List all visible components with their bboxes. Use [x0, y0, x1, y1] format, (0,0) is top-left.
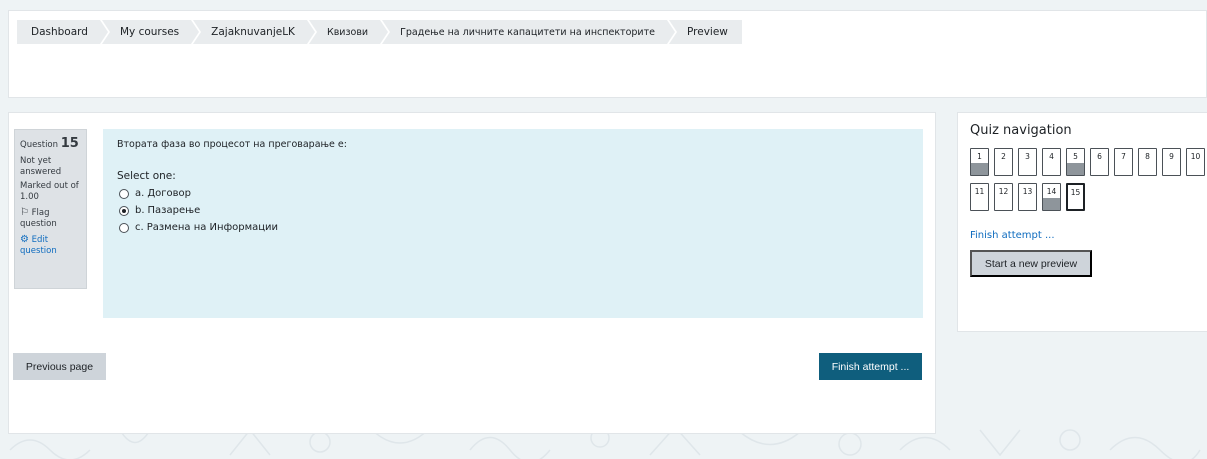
radio-button[interactable] [119, 188, 129, 199]
quiz-nav-question-10[interactable]: 10 [1186, 148, 1205, 176]
gear-icon: ⚙ [20, 234, 29, 246]
quiz-nav-number: 15 [1070, 188, 1081, 197]
quiz-nav-question-6[interactable]: 6 [1090, 148, 1109, 176]
question-number: Question 15 [20, 136, 79, 151]
quiz-nav-question-13[interactable]: 13 [1018, 183, 1037, 211]
quiz-nav-question-4[interactable]: 4 [1042, 148, 1061, 176]
flag-icon: ⚐ [20, 207, 29, 219]
flag-question-link[interactable]: ⚐ Flag question [20, 206, 81, 230]
breadcrumb: Dashboard My courses ZajaknuvanjeLK Квиз… [17, 20, 744, 44]
answered-indicator [1067, 163, 1084, 175]
quiz-nav-number: 11 [974, 187, 985, 196]
breadcrumb-preview[interactable]: Preview [669, 20, 742, 44]
quiz-nav-number: 13 [1022, 187, 1033, 196]
quiz-nav-number: 14 [1046, 187, 1057, 196]
quiz-nav-question-12[interactable]: 12 [994, 183, 1013, 211]
quiz-nav-question-8[interactable]: 8 [1138, 148, 1157, 176]
quiz-main-panel: Question 15 Not yet answered Marked out … [8, 112, 936, 434]
answered-indicator [971, 163, 988, 175]
quiz-nav-number: 6 [1097, 152, 1102, 161]
page-header: Dashboard My courses ZajaknuvanjeLK Квиз… [8, 10, 1207, 98]
quiz-nav-number: 2 [1001, 152, 1006, 161]
radio-button-selected[interactable] [119, 205, 129, 216]
quiz-nav-number: 7 [1121, 152, 1126, 161]
answer-option-c[interactable]: c. Размена на Информации [117, 222, 909, 233]
quiz-nav-question-2[interactable]: 2 [994, 148, 1013, 176]
edit-question-link[interactable]: ⚙ Edit question [20, 233, 81, 257]
quiz-nav-number: 5 [1073, 152, 1078, 161]
quiz-nav-question-5[interactable]: 5 [1066, 148, 1085, 176]
answer-option-b[interactable]: b. Пазарење [117, 205, 909, 216]
quiz-navigation: Quiz navigation 1 2 3 4 5 6 7 8 9 10 11 12 13 14 15 Fi… [957, 112, 1207, 332]
quiz-nav-number: 10 [1190, 152, 1201, 161]
question-content: Втората фаза во процесот на преговарање … [103, 129, 923, 318]
quiz-nav-number: 12 [998, 187, 1009, 196]
quiz-nav-question-14[interactable]: 14 [1042, 183, 1061, 211]
quiz-nav-question-7[interactable]: 7 [1114, 148, 1133, 176]
answer-option-a[interactable]: a. Договор [117, 188, 909, 199]
quiz-nav-question-11[interactable]: 11 [970, 183, 989, 211]
quiz-nav-number: 1 [977, 152, 982, 161]
quiz-nav-number: 8 [1145, 152, 1150, 161]
quiz-nav-question-9[interactable]: 9 [1162, 148, 1181, 176]
breadcrumb-quiz[interactable]: Градење на личните капацитети на инспект… [382, 20, 677, 44]
quiz-navigation-title: Quiz navigation [970, 123, 1072, 138]
breadcrumb-course[interactable]: ZajaknuvanjeLK [193, 20, 317, 44]
answer-prompt: Select one: [117, 170, 176, 182]
previous-page-button[interactable]: Previous page [13, 353, 106, 380]
quiz-nav-number: 3 [1025, 152, 1030, 161]
finish-attempt-link[interactable]: Finish attempt ... [970, 230, 1055, 241]
quiz-nav-number: 4 [1049, 152, 1054, 161]
finish-attempt-button[interactable]: Finish attempt ... [819, 353, 922, 380]
answered-indicator [1043, 198, 1060, 210]
radio-button[interactable] [119, 222, 129, 233]
breadcrumb-dashboard[interactable]: Dashboard [17, 20, 110, 44]
quiz-nav-question-3[interactable]: 3 [1018, 148, 1037, 176]
question-state: Not yet answered [20, 155, 62, 177]
question-grade: Marked out of 1.00 [20, 180, 79, 203]
quiz-nav-question-15[interactable]: 15 [1066, 183, 1085, 211]
question-info: Question 15 Not yet answered Marked out … [14, 129, 87, 289]
start-new-preview-button[interactable]: Start a new preview [970, 250, 1092, 277]
quiz-nav-number: 9 [1169, 152, 1174, 161]
breadcrumb-my-courses[interactable]: My courses [101, 20, 202, 44]
breadcrumb-quizzes[interactable]: Квизови [308, 20, 391, 44]
quiz-nav-question-1[interactable]: 1 [970, 148, 989, 176]
question-text: Втората фаза во процесот на преговарање … [117, 139, 347, 150]
